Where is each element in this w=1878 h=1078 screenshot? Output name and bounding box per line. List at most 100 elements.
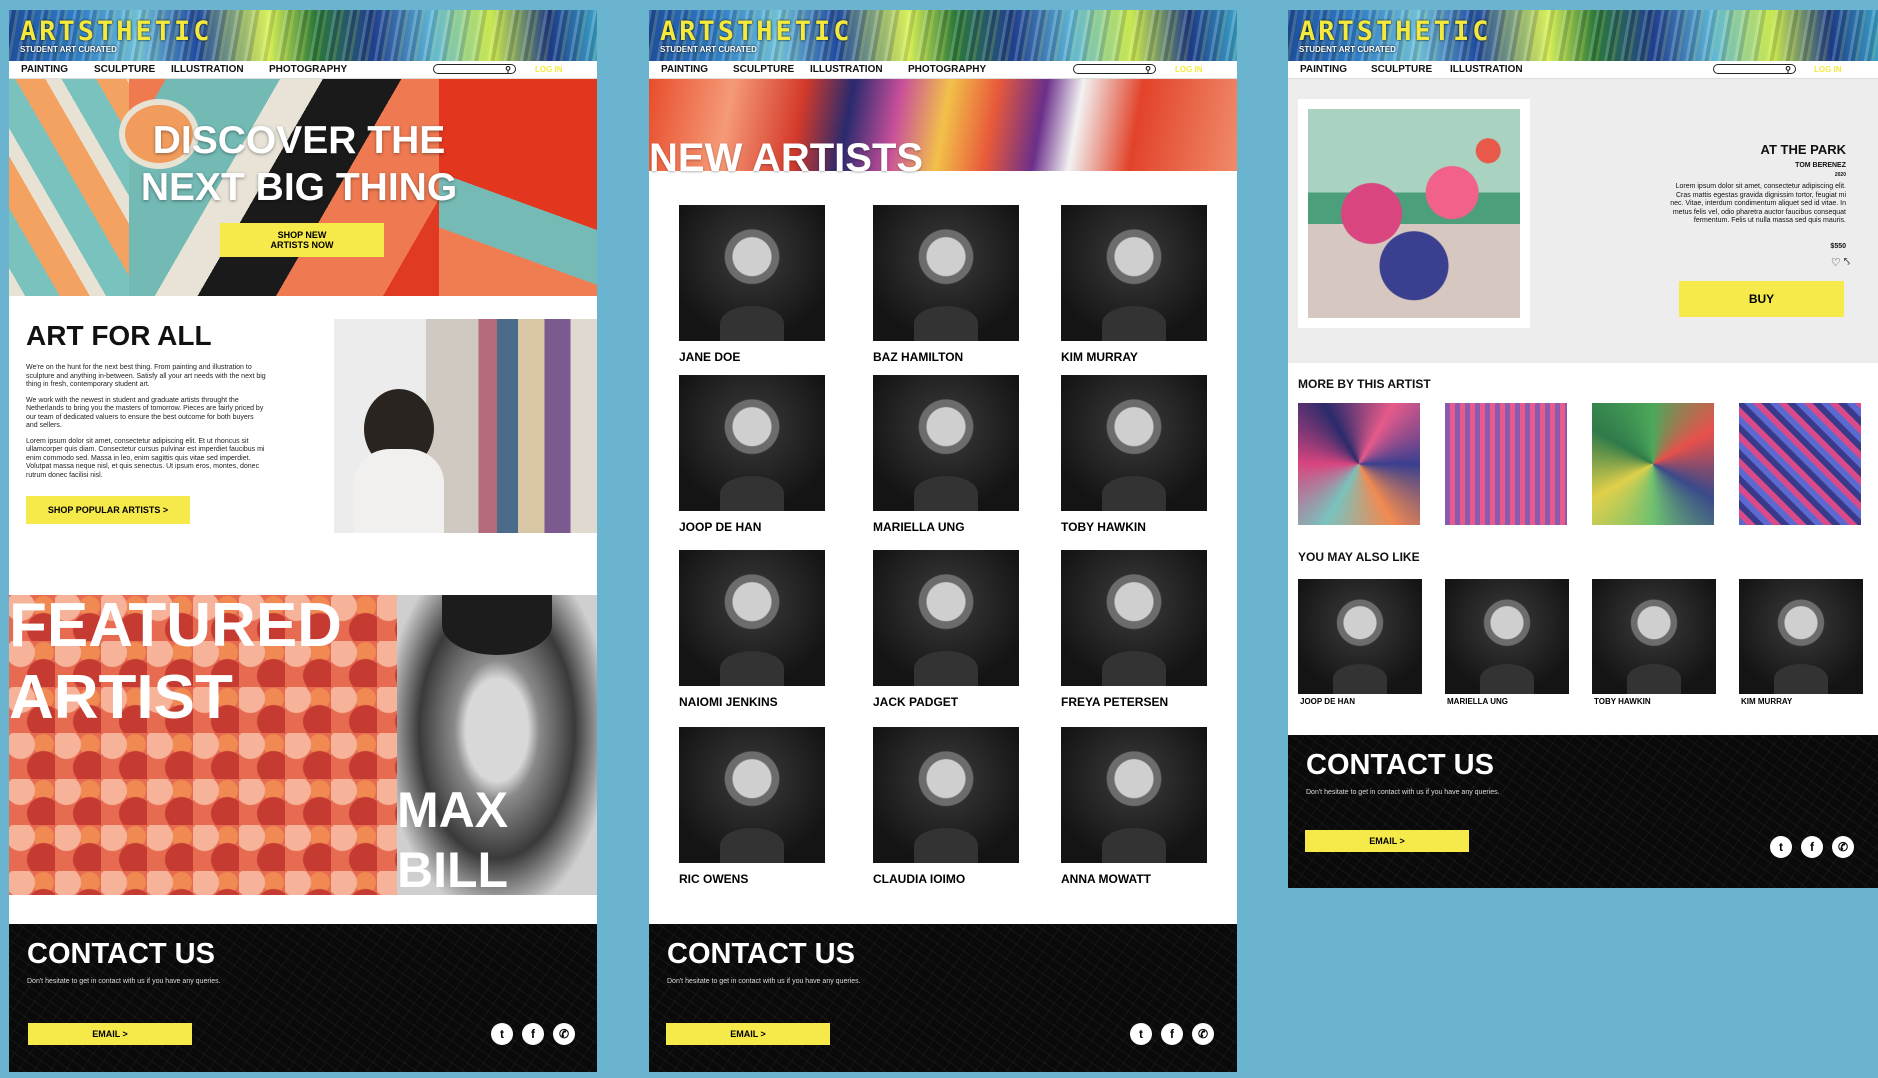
search-icon[interactable]: ⚲ — [1145, 65, 1151, 74]
share-icon[interactable]: ⤣ — [1844, 256, 1850, 269]
site-tagline: STUDENT ART CURATED — [20, 45, 117, 54]
artist-photo[interactable] — [1061, 550, 1207, 687]
site-banner: ARTSTHETIC STUDENT ART CURATED — [9, 10, 597, 61]
contact-subtitle: Don't hesitate to get in contact with us… — [1306, 789, 1500, 796]
email-button[interactable]: EMAIL > — [1305, 830, 1469, 852]
contact-title: CONTACT US — [27, 938, 215, 970]
site-logo[interactable]: ARTSTHETIC — [20, 16, 213, 47]
artist-photo[interactable] — [873, 550, 1019, 687]
recommended-artist-photo[interactable] — [1445, 579, 1569, 694]
artist-photo[interactable] — [873, 205, 1019, 342]
artist-painting-photo — [334, 319, 597, 533]
contact-footer: CONTACT US Don't hesitate to get in cont… — [649, 924, 1237, 1072]
artist-photo[interactable] — [1061, 205, 1207, 342]
nav-item-sculpture[interactable]: SCULPTURE — [94, 64, 155, 75]
more-artwork-3[interactable] — [1592, 403, 1714, 525]
whatsapp-icon[interactable]: ✆ — [1832, 836, 1854, 858]
artwork-page: ARTSTHETIC STUDENT ART CURATED PAINTING … — [1288, 10, 1878, 888]
artwork-image[interactable] — [1308, 109, 1520, 318]
artwork-title: AT THE PARK — [1760, 142, 1846, 157]
contact-title: CONTACT US — [1306, 749, 1494, 781]
email-button[interactable]: EMAIL > — [666, 1023, 830, 1045]
site-tagline: STUDENT ART CURATED — [1299, 45, 1396, 54]
recommended-artist-name[interactable]: JOOP DE HAN — [1300, 697, 1355, 706]
nav-item-photography[interactable]: PHOTOGRAPHY — [908, 64, 986, 75]
nav-item-illustration[interactable]: ILLUSTRATION — [810, 64, 883, 75]
recommended-artist-name[interactable]: MARIELLA UNG — [1447, 697, 1508, 706]
recommended-artist-photo[interactable] — [1592, 579, 1716, 694]
artist-photo[interactable] — [679, 205, 825, 342]
hero-headline: DISCOVER THE NEXT BIG THING — [140, 119, 458, 209]
artist-name[interactable]: CLAUDIA IOIMO — [873, 872, 965, 886]
facebook-icon[interactable]: f — [1161, 1023, 1183, 1045]
search-icon[interactable]: ⚲ — [1785, 65, 1791, 74]
search-input[interactable]: ⚲ — [433, 64, 516, 74]
search-input[interactable]: ⚲ — [1713, 64, 1796, 74]
contact-subtitle: Don't hesitate to get in contact with us… — [27, 978, 221, 985]
site-logo[interactable]: ARTSTHETIC — [1299, 16, 1492, 47]
shop-popular-artists-button[interactable]: SHOP POPULAR ARTISTS > — [26, 496, 190, 524]
artist-name[interactable]: JANE DOE — [679, 350, 740, 364]
login-link[interactable]: LOG IN — [535, 65, 563, 74]
recommended-artist-name[interactable]: TOBY HAWKIN — [1594, 697, 1651, 706]
artist-name[interactable]: NAIOMI JENKINS — [679, 695, 778, 709]
login-link[interactable]: LOG IN — [1814, 65, 1842, 74]
artist-photo[interactable] — [1061, 727, 1207, 864]
shop-new-artists-button[interactable]: SHOP NEW ARTISTS NOW — [220, 223, 384, 257]
more-artwork-4[interactable] — [1739, 403, 1861, 525]
artwork-price: $550 — [1830, 243, 1846, 250]
site-banner: ARTSTHETIC STUDENT ART CURATED — [1288, 10, 1878, 61]
artist-name[interactable]: JOOP DE HAN — [679, 520, 761, 534]
section-title: ART FOR ALL — [26, 320, 212, 351]
recommended-artist-name[interactable]: KIM MURRAY — [1741, 697, 1792, 706]
artist-name[interactable]: KIM MURRAY — [1061, 350, 1138, 364]
artist-name[interactable]: TOBY HAWKIN — [1061, 520, 1146, 534]
artist-name[interactable]: ANNA MOWATT — [1061, 872, 1151, 886]
login-link[interactable]: LOG IN — [1175, 65, 1203, 74]
nav-item-illustration[interactable]: ILLUSTRATION — [1450, 64, 1523, 75]
buy-button[interactable]: BUY — [1679, 281, 1844, 317]
featured-heading: FEATURED ARTIST — [9, 591, 342, 732]
recommended-artist-photo[interactable] — [1739, 579, 1863, 694]
artwork-frame — [1298, 99, 1530, 328]
artist-name[interactable]: RIC OWENS — [679, 872, 748, 886]
more-artwork-1[interactable] — [1298, 403, 1420, 525]
search-icon[interactable]: ⚲ — [505, 65, 511, 74]
artists-page: ARTSTHETIC STUDENT ART CURATED PAINTING … — [649, 10, 1237, 1072]
facebook-icon[interactable]: f — [1801, 836, 1823, 858]
artist-photo[interactable] — [873, 375, 1019, 512]
artist-name[interactable]: BAZ HAMILTON — [873, 350, 963, 364]
nav-item-illustration[interactable]: ILLUSTRATION — [171, 64, 244, 75]
heart-icon[interactable]: ♡ — [1831, 256, 1841, 269]
contact-footer: CONTACT US Don't hesitate to get in cont… — [1288, 735, 1878, 888]
whatsapp-icon[interactable]: ✆ — [553, 1023, 575, 1045]
email-button[interactable]: EMAIL > — [28, 1023, 192, 1045]
nav-item-sculpture[interactable]: SCULPTURE — [733, 64, 794, 75]
nav-item-sculpture[interactable]: SCULPTURE — [1371, 64, 1432, 75]
artwork-artist: TOM BERENEZ — [1795, 162, 1846, 169]
artist-photo[interactable] — [679, 550, 825, 687]
twitter-icon[interactable]: t — [491, 1023, 513, 1045]
nav-item-painting[interactable]: PAINTING — [21, 64, 68, 75]
twitter-icon[interactable]: t — [1130, 1023, 1152, 1045]
artist-photo[interactable] — [1061, 375, 1207, 512]
whatsapp-icon[interactable]: ✆ — [1192, 1023, 1214, 1045]
artist-name[interactable]: JACK PADGET — [873, 695, 958, 709]
artist-name[interactable]: MARIELLA UNG — [873, 520, 965, 534]
more-by-artist-title: MORE BY THIS ARTIST — [1298, 377, 1431, 391]
search-input[interactable]: ⚲ — [1073, 64, 1156, 74]
more-artwork-2[interactable] — [1445, 403, 1567, 525]
nav-item-painting[interactable]: PAINTING — [1300, 64, 1347, 75]
nav-item-photography[interactable]: PHOTOGRAPHY — [269, 64, 347, 75]
artist-photo[interactable] — [679, 727, 825, 864]
artwork-actions: ♡ ⤣ — [1831, 256, 1850, 269]
twitter-icon[interactable]: t — [1770, 836, 1792, 858]
site-logo[interactable]: ARTSTHETIC — [660, 16, 853, 47]
social-links: t f ✆ — [491, 1023, 575, 1045]
facebook-icon[interactable]: f — [522, 1023, 544, 1045]
artist-photo[interactable] — [679, 375, 825, 512]
recommended-artist-photo[interactable] — [1298, 579, 1422, 694]
artist-photo[interactable] — [873, 727, 1019, 864]
nav-item-painting[interactable]: PAINTING — [661, 64, 708, 75]
artist-name[interactable]: FREYA PETERSEN — [1061, 695, 1168, 709]
